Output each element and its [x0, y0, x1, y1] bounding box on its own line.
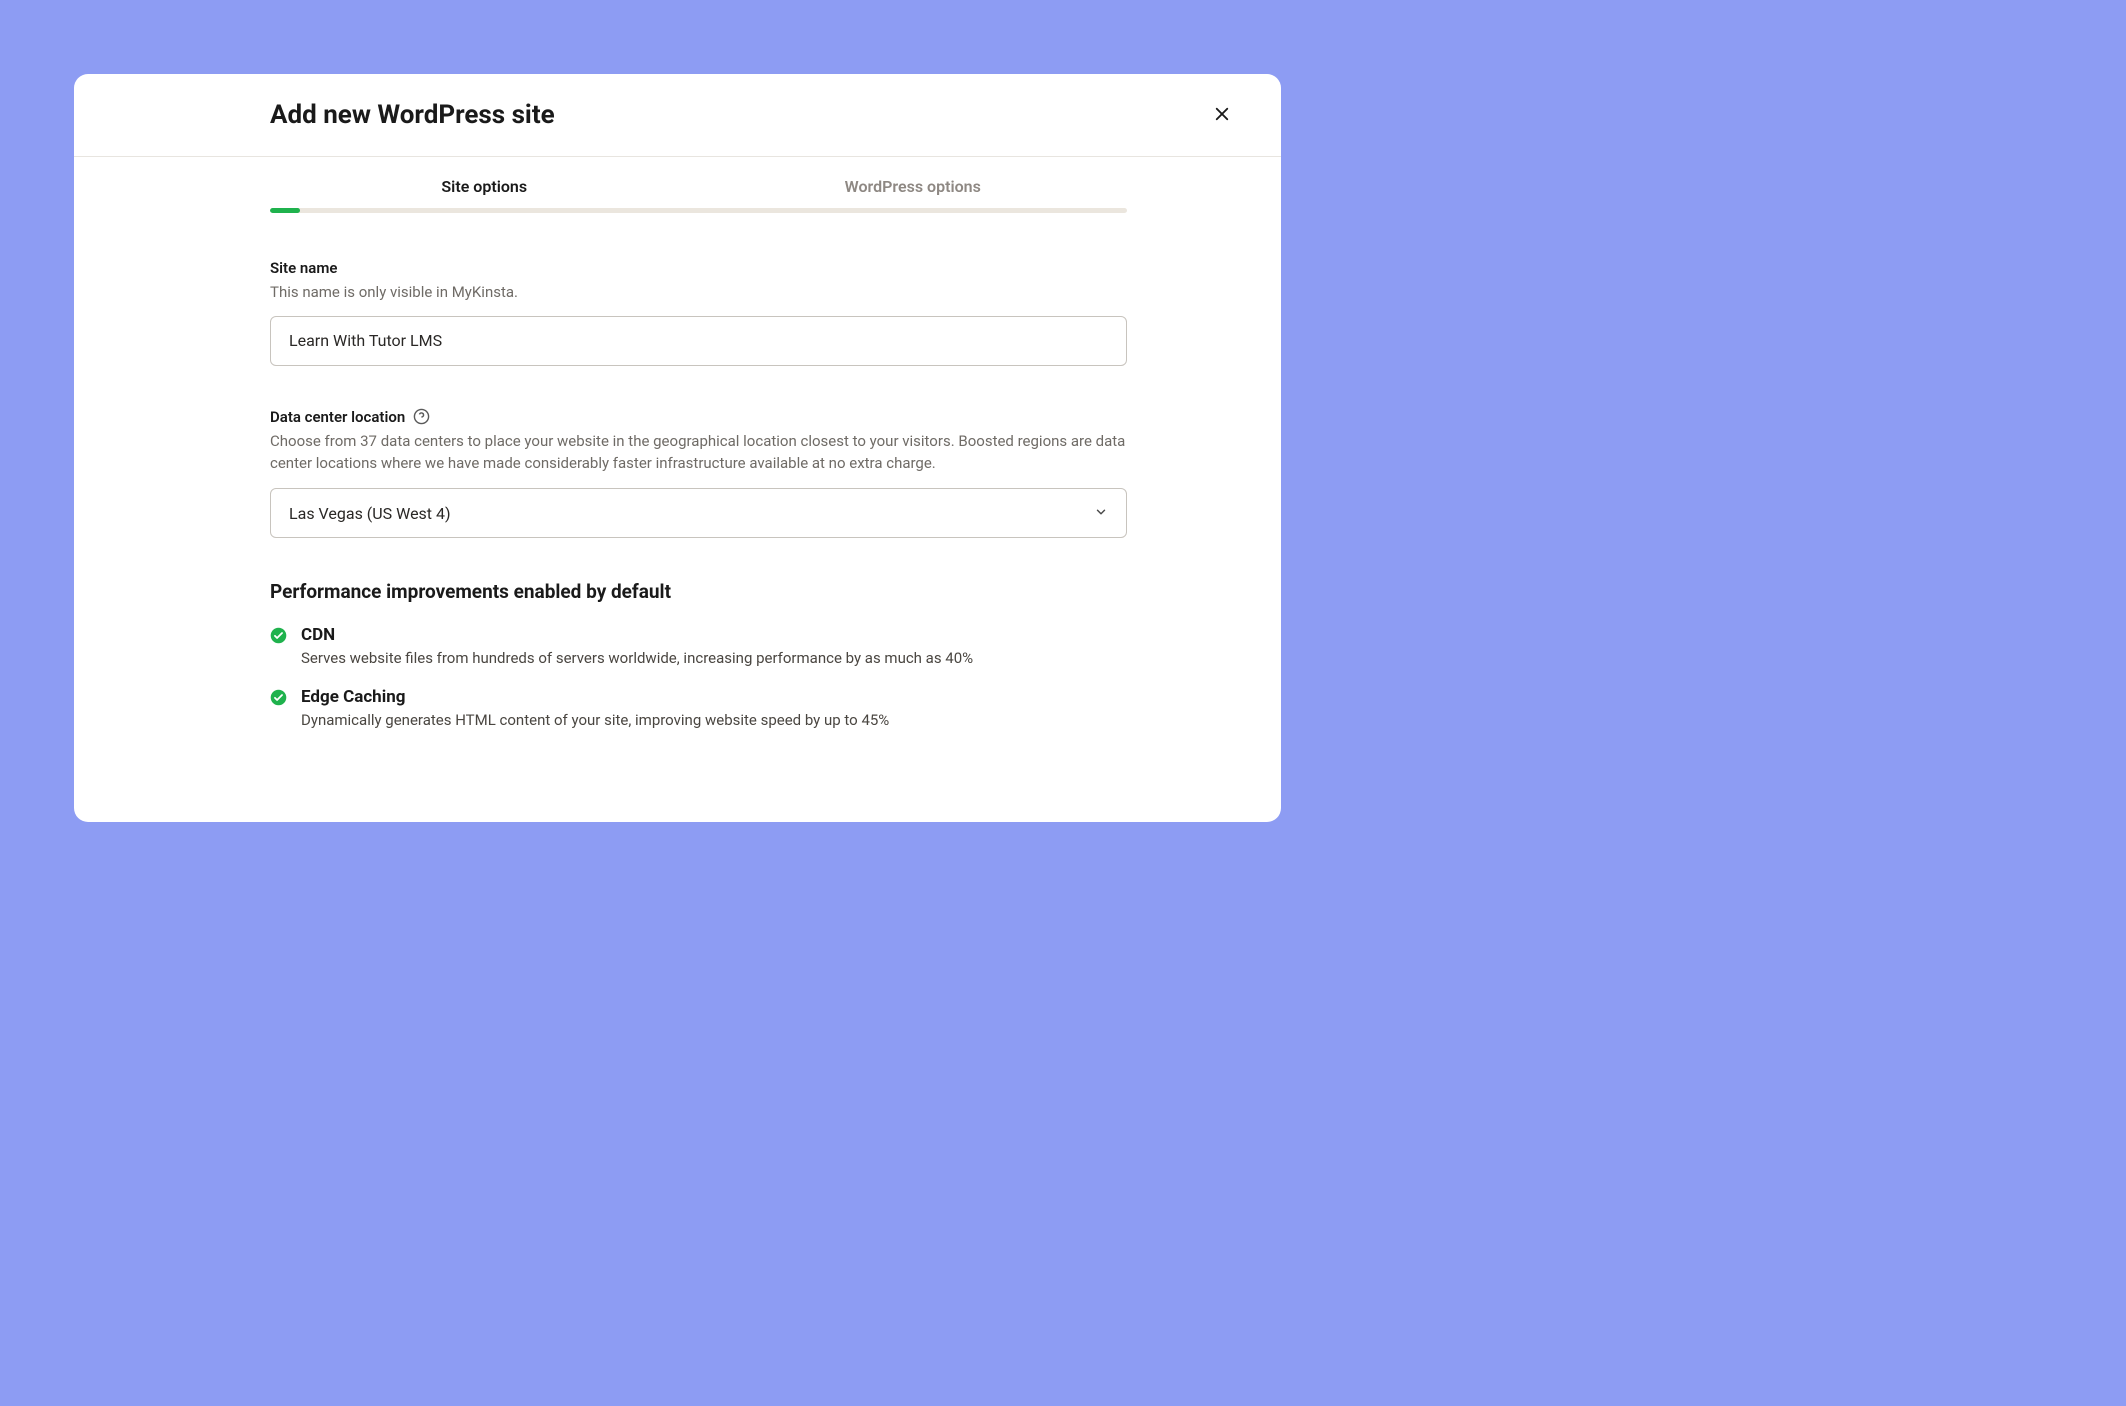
tabs-container: Site options WordPress options — [270, 157, 1127, 213]
perf-item-cdn: CDN Serves website files from hundreds o… — [270, 625, 1127, 667]
site-name-input[interactable] — [270, 316, 1127, 366]
data-center-label: Data center location — [270, 408, 1127, 426]
perf-item-edge: Edge Caching Dynamically generates HTML … — [270, 687, 1127, 729]
close-icon — [1213, 105, 1231, 126]
help-icon[interactable] — [413, 408, 430, 425]
data-center-field-group: Data center location Choose from 37 data… — [270, 408, 1127, 539]
data-center-label-text: Data center location — [270, 408, 405, 426]
perf-cdn-desc: Serves website files from hundreds of se… — [301, 649, 1127, 667]
site-name-label: Site name — [270, 259, 1127, 277]
site-name-hint: This name is only visible in MyKinsta. — [270, 282, 1127, 304]
performance-section: Performance improvements enabled by defa… — [270, 580, 1127, 729]
modal-body: Site options WordPress options Site name… — [74, 157, 1281, 822]
check-circle-icon — [270, 689, 287, 729]
chevron-down-icon — [1094, 504, 1108, 523]
tabs: Site options WordPress options — [270, 157, 1127, 208]
perf-edge-title: Edge Caching — [301, 687, 1127, 707]
progress-bar — [270, 208, 1127, 213]
data-center-value: Las Vegas (US West 4) — [289, 504, 451, 523]
close-button[interactable] — [1208, 101, 1236, 129]
perf-content-edge: Edge Caching Dynamically generates HTML … — [301, 687, 1127, 729]
progress-fill — [270, 208, 300, 213]
data-center-hint: Choose from 37 data centers to place you… — [270, 431, 1127, 475]
perf-edge-desc: Dynamically generates HTML content of yo… — [301, 711, 1127, 729]
form-section: Site name This name is only visible in M… — [270, 259, 1127, 729]
tab-wordpress-options[interactable]: WordPress options — [699, 177, 1128, 208]
perf-content-cdn: CDN Serves website files from hundreds o… — [301, 625, 1127, 667]
check-circle-icon — [270, 627, 287, 667]
modal-title: Add new WordPress site — [270, 100, 555, 130]
tab-site-options[interactable]: Site options — [270, 177, 699, 208]
site-name-field-group: Site name This name is only visible in M… — [270, 259, 1127, 366]
data-center-select[interactable]: Las Vegas (US West 4) — [270, 488, 1127, 538]
performance-title: Performance improvements enabled by defa… — [270, 580, 1127, 603]
add-site-modal: Add new WordPress site Site options Word… — [74, 74, 1281, 822]
perf-cdn-title: CDN — [301, 625, 1127, 645]
modal-header: Add new WordPress site — [74, 74, 1281, 157]
